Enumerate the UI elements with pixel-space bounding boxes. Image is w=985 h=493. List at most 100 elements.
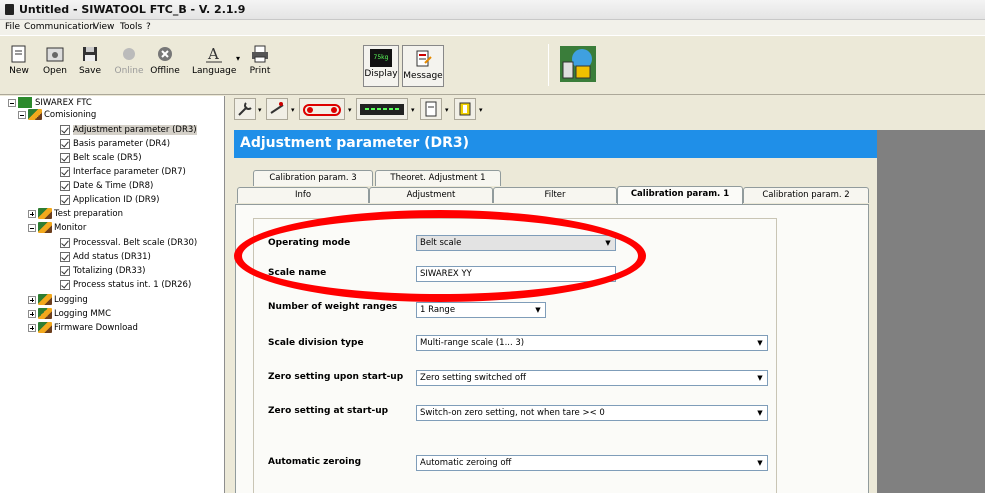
tab-theoret-adjustment-1[interactable]: Theoret. Adjustment 1 — [375, 170, 501, 186]
menu-help[interactable]: ? — [146, 22, 151, 32]
online-button[interactable]: Online — [114, 44, 144, 88]
division-type-select[interactable]: Multi-range scale (1... 3) ▼ — [416, 335, 768, 351]
check-icon — [60, 152, 70, 163]
module-button[interactable] — [454, 98, 476, 120]
tree-item-process-status[interactable]: Process status int. 1 (DR26) — [60, 279, 191, 291]
belt-button[interactable] — [299, 98, 345, 120]
expand-icon[interactable] — [28, 295, 36, 304]
collapse-icon[interactable] — [8, 98, 16, 107]
tree-node-logging[interactable]: Logging — [28, 294, 88, 306]
dropdown-arrow-icon[interactable]: ▾ — [445, 106, 449, 114]
tree-node-monitor[interactable]: Monitor — [28, 222, 86, 234]
display-toggle-button[interactable] — [356, 98, 408, 120]
display-button[interactable]: 75kg Display — [363, 45, 399, 87]
folder-icon — [38, 322, 52, 333]
app-icon — [5, 4, 14, 15]
check-icon — [60, 279, 70, 290]
tree-item-adjustment-parameter[interactable]: Adjustment parameter (DR3) — [60, 124, 197, 136]
tree-node-firmware-download[interactable]: Firmware Download — [28, 322, 138, 334]
tree-node-logging-mmc[interactable]: Logging MMC — [28, 308, 111, 320]
tree-item-basis-parameter[interactable]: Basis parameter (DR4) — [60, 138, 170, 150]
tab-calibration-param-2[interactable]: Calibration param. 2 — [743, 187, 869, 203]
zero-at-startup-select[interactable]: Switch-on zero setting, not when tare ><… — [416, 405, 768, 421]
tree-node-test-preparation[interactable]: Test preparation — [28, 208, 123, 220]
chevron-down-icon[interactable]: ▼ — [753, 406, 767, 420]
menu-view[interactable]: View — [93, 22, 114, 32]
folder-icon — [38, 208, 52, 219]
dropdown-arrow-icon[interactable]: ▾ — [348, 106, 352, 114]
document-button[interactable] — [420, 98, 442, 120]
tree-item-belt-scale[interactable]: Belt scale (DR5) — [60, 152, 142, 164]
menu-communication[interactable]: Communication — [24, 22, 95, 32]
collapse-icon[interactable] — [18, 110, 26, 119]
main-toolbar: New Open Save Online Offline A Language … — [0, 35, 985, 95]
check-icon — [60, 194, 70, 205]
zero-at-startup-label: Zero setting at start-up — [268, 406, 389, 416]
dropdown-arrow-icon[interactable]: ▾ — [411, 106, 415, 114]
expand-icon[interactable] — [28, 209, 36, 218]
tab-filter[interactable]: Filter — [493, 187, 617, 203]
menu-tools[interactable]: Tools — [120, 22, 142, 32]
message-icon — [416, 50, 432, 67]
language-icon: A — [206, 45, 222, 63]
tab-adjustment[interactable]: Adjustment — [369, 187, 493, 203]
zero-upon-startup-select[interactable]: Zero setting switched off ▼ — [416, 370, 768, 386]
collapse-icon[interactable] — [28, 223, 36, 232]
tree-item-add-status[interactable]: Add status (DR31) — [60, 251, 151, 263]
chevron-down-icon[interactable]: ▼ — [753, 456, 767, 470]
weight-ranges-label: Number of weight ranges — [268, 302, 398, 312]
tree-item-date-time[interactable]: Date & Time (DR8) — [60, 180, 153, 192]
expand-icon[interactable] — [28, 323, 36, 332]
save-button[interactable]: Save — [77, 44, 103, 88]
folder-icon — [38, 294, 52, 305]
check-icon — [60, 237, 70, 248]
open-button[interactable]: Open — [40, 44, 70, 88]
auto-zero-select[interactable]: Automatic zeroing off ▼ — [416, 455, 768, 471]
menu-file[interactable]: File — [5, 22, 20, 32]
display-icon: 75kg — [370, 49, 392, 67]
lcd-display-icon — [360, 104, 404, 115]
chevron-down-icon[interactable]: ▼ — [601, 236, 615, 250]
tab-info[interactable]: Info — [237, 187, 369, 203]
form-group — [253, 218, 777, 493]
document-icon — [425, 101, 437, 117]
offline-icon — [158, 47, 172, 61]
print-button[interactable]: Print — [247, 44, 273, 88]
tree-item-interface-parameter[interactable]: Interface parameter (DR7) — [60, 166, 186, 178]
dropdown-arrow-icon[interactable]: ▾ — [291, 106, 295, 114]
check-icon — [60, 138, 70, 149]
tree-item-processval-belt-scale[interactable]: Processval. Belt scale (DR30) — [60, 237, 197, 249]
dropdown-arrow-icon[interactable]: ▾ — [258, 106, 262, 114]
scale-icon — [270, 102, 284, 114]
expand-icon[interactable] — [28, 309, 36, 318]
chevron-down-icon[interactable]: ▼ — [753, 336, 767, 350]
message-button[interactable]: Message — [402, 45, 444, 87]
tree-item-totalizing[interactable]: Totalizing (DR33) — [60, 265, 145, 277]
check-icon — [60, 124, 70, 135]
tab-calibration-param-3[interactable]: Calibration param. 3 — [253, 170, 373, 186]
siwarex-node-icon — [18, 97, 32, 108]
language-button[interactable]: A Language — [192, 44, 236, 88]
check-icon — [60, 166, 70, 177]
tree-root[interactable]: SIWAREX FTC — [8, 97, 92, 109]
svg-text:A: A — [207, 45, 219, 63]
chevron-down-icon[interactable]: ▼ — [531, 303, 545, 317]
weight-ranges-select[interactable]: 1 Range ▼ — [416, 302, 546, 318]
scale-name-input[interactable]: SIWAREX YY — [416, 266, 616, 282]
tools-button[interactable] — [234, 98, 256, 120]
scale-button[interactable] — [266, 98, 288, 120]
check-icon — [60, 265, 70, 276]
tab-calibration-param-1[interactable]: Calibration param. 1 — [617, 186, 743, 204]
division-type-label: Scale division type — [268, 338, 364, 348]
new-button[interactable]: New — [6, 44, 32, 88]
tree-node-commissioning[interactable]: Comisioning — [18, 109, 96, 121]
siwarex-logo-icon — [560, 46, 596, 82]
operating-mode-select[interactable]: Belt scale ▼ — [416, 235, 616, 251]
language-dropdown-arrow[interactable]: ▾ — [236, 54, 240, 63]
offline-button[interactable]: Offline — [150, 44, 180, 88]
tree-item-application-id[interactable]: Application ID (DR9) — [60, 194, 159, 206]
dropdown-arrow-icon[interactable]: ▾ — [479, 106, 483, 114]
window-title: Untitled - SIWATOOL FTC_B - V. 2.1.9 — [19, 3, 246, 16]
chevron-down-icon[interactable]: ▼ — [753, 371, 767, 385]
folder-icon — [38, 308, 52, 319]
